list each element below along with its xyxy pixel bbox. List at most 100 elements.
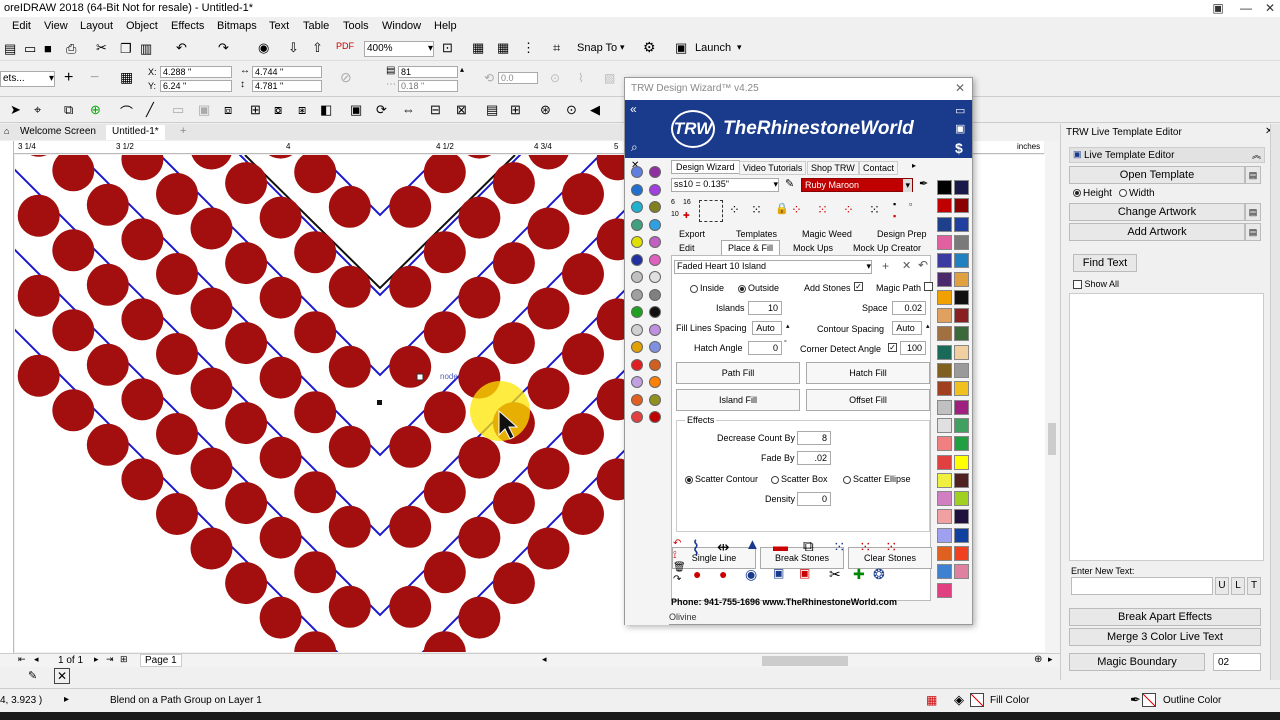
stone-color-dot[interactable] (631, 183, 643, 196)
print-icon[interactable]: ⎙ (66, 41, 76, 57)
break-apart-effects-button[interactable]: Break Apart Effects (1069, 608, 1261, 626)
rhinestone[interactable] (328, 585, 371, 628)
rhinestone[interactable] (458, 436, 501, 479)
rhinestone[interactable] (328, 185, 371, 228)
add-stones-checkbox[interactable]: ✓ (854, 281, 863, 292)
zoom-icon[interactable]: ⊕ (1034, 654, 1042, 665)
color-swatch[interactable] (954, 253, 969, 269)
eyedropper-icon[interactable]: ✎ (28, 669, 37, 682)
plus-stone-icon[interactable]: ✚ (853, 566, 865, 583)
rhinestone[interactable] (225, 402, 268, 445)
scroll-right-icon[interactable]: ▸ (1048, 654, 1053, 665)
rhinestone[interactable] (260, 155, 302, 159)
color-swatch[interactable] (937, 491, 952, 507)
copy-shape-icon[interactable]: ⧉ (803, 538, 814, 555)
stone-color-dot[interactable] (649, 306, 661, 318)
path-fill-button[interactable]: Path Fill (676, 362, 800, 384)
rhinestone[interactable] (86, 183, 129, 226)
tab-welcome-screen[interactable]: Welcome Screen (14, 125, 102, 140)
magic-boundary-input[interactable]: 02 (1213, 653, 1261, 671)
stone-color-dot[interactable] (649, 323, 661, 336)
page-tab[interactable]: Page 1 (140, 654, 182, 667)
mark-icon[interactable]: ▪ (893, 211, 896, 221)
menu-layout[interactable]: Layout (80, 20, 113, 32)
open-template-side-icon[interactable]: ▤ (1245, 166, 1261, 184)
lowercase-button[interactable]: L (1231, 577, 1245, 595)
tab-export[interactable]: Export (679, 229, 705, 239)
home-icon[interactable]: ⌂ (4, 126, 9, 136)
weld-icon[interactable]: ⧇ (274, 102, 282, 118)
rectangle-tool-icon[interactable]: ▭ (172, 102, 184, 118)
stone-color-dot[interactable] (631, 393, 643, 406)
text-list[interactable] (1069, 293, 1264, 561)
rhinestone[interactable] (156, 413, 198, 455)
new-tab-icon[interactable]: + (180, 125, 186, 137)
color-swatch[interactable] (954, 216, 969, 232)
scatter-contour-radio[interactable]: Scatter Contour (685, 474, 758, 484)
magic-path-checkbox[interactable] (924, 281, 933, 292)
zoom-field[interactable]: 400% ▾ (364, 41, 434, 57)
tab-edit[interactable]: Edit (679, 243, 695, 253)
rhinestone[interactable] (259, 596, 302, 639)
offset-stones-icon[interactable]: ⁙ (817, 202, 828, 218)
color-swatch[interactable] (954, 564, 969, 580)
color-swatch[interactable] (937, 216, 952, 232)
rhinestone[interactable] (52, 155, 95, 192)
cluster-icon[interactable]: ❂ (873, 566, 885, 583)
snap-icon[interactable]: ⌗ (553, 40, 560, 56)
guidelines-icon[interactable]: ⋮ (522, 40, 535, 56)
color-swatch[interactable] (937, 308, 952, 324)
rhinestone[interactable] (259, 276, 302, 319)
fill-swatch[interactable] (970, 693, 984, 707)
tab-shop-trw[interactable]: Shop TRW (807, 161, 859, 175)
change-artwork-side-icon[interactable]: ▤ (1245, 203, 1261, 221)
options-gear-icon[interactable]: ⚙ (643, 39, 656, 56)
first-page-icon[interactable]: ⇤ (18, 654, 26, 665)
line-tool-icon[interactable]: ╱ (146, 102, 154, 118)
uppercase-button[interactable]: U (1215, 577, 1229, 595)
rhinestone[interactable] (562, 173, 604, 215)
preset-dropdown[interactable]: ets... ▾ (0, 71, 55, 87)
next-page-icon[interactable]: ▸ (94, 654, 99, 665)
rhinestone[interactable] (190, 207, 233, 250)
blue-stone-icon[interactable]: ◉ (745, 566, 757, 583)
stone-color-dot[interactable] (631, 288, 643, 301)
rhinestone[interactable] (423, 155, 466, 194)
fill-stones-icon[interactable]: ⁙ (869, 202, 880, 218)
add-artwork-button[interactable]: Add Artwork (1069, 223, 1245, 241)
rhinestone[interactable] (259, 436, 302, 479)
move-up-icon[interactable]: ▲ (745, 536, 760, 553)
docker-tab-strip[interactable] (1270, 124, 1280, 680)
blend-handle[interactable] (377, 400, 382, 405)
rhinestone[interactable] (121, 218, 164, 261)
rhinestone[interactable] (52, 309, 95, 352)
direct-blend-icon[interactable]: ▧ (604, 71, 615, 85)
hatch-angle-input[interactable]: 0 (748, 341, 782, 355)
loop-blend-icon[interactable]: ⊙ (550, 71, 560, 85)
rhinestone[interactable] (527, 207, 570, 250)
tab-templates[interactable]: Templates (736, 229, 777, 239)
outline-swatch[interactable] (1142, 693, 1156, 707)
dashed-grid-icon[interactable]: ⁙ (859, 538, 872, 556)
curve-stones-icon[interactable]: ⌇ (691, 536, 701, 561)
width-radio[interactable]: Width (1119, 188, 1155, 199)
restore-icon[interactable]: ▣ (1204, 0, 1232, 17)
convert-curves-icon[interactable]: ⊛ (540, 102, 551, 118)
grid-icon[interactable]: ▦ (497, 40, 509, 56)
launch-dropdown-icon[interactable]: ▾ (737, 42, 742, 53)
rhinestone[interactable] (562, 253, 604, 295)
export-icon[interactable]: ⇧ (312, 40, 323, 56)
color-swatch[interactable] (937, 399, 952, 415)
lock-icon[interactable]: ▣ (955, 122, 965, 135)
rhinestone[interactable] (389, 345, 432, 388)
color-swatch[interactable] (954, 326, 969, 342)
rhinestone[interactable] (156, 253, 198, 295)
tab-design-prep[interactable]: Design Prep (877, 229, 927, 239)
rhinestone[interactable] (423, 311, 466, 354)
trw-close-icon[interactable]: ✕ (955, 81, 965, 95)
rhinestone[interactable] (17, 274, 60, 317)
rhinestone[interactable] (294, 471, 337, 514)
stone-color-dot[interactable] (631, 166, 643, 178)
stone-size-select[interactable]: ss10 = 0.135" ▾ (671, 178, 779, 192)
rhinestone[interactable] (562, 413, 604, 455)
